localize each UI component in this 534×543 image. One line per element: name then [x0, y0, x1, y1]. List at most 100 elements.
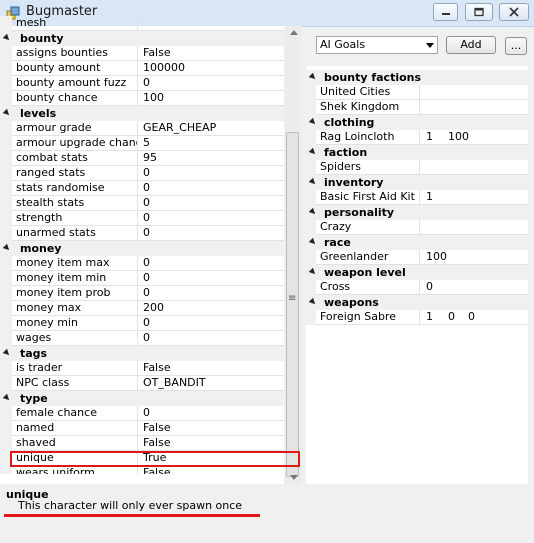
property-value[interactable]: 0 — [138, 181, 286, 196]
property-value[interactable]: 100000 — [138, 61, 286, 76]
collapse-triangle-icon[interactable] — [308, 72, 318, 82]
property-row[interactable]: stats randomise 0 — [0, 181, 286, 196]
property-value[interactable]: 200 — [138, 301, 286, 316]
property-row[interactable]: bounty amount 100000 — [0, 61, 286, 76]
property-value[interactable]: 0 — [138, 271, 286, 286]
ref-category-bounty-factions[interactable]: bounty factions — [306, 70, 528, 85]
ref-values[interactable]: 0 — [420, 280, 528, 295]
property-row[interactable]: combat stats 95 — [0, 151, 286, 166]
splitter-grip-icon[interactable]: ≡ — [288, 293, 296, 304]
property-row[interactable]: shaved False — [0, 436, 286, 451]
property-value[interactable]: 0 — [138, 286, 286, 301]
add-button[interactable]: Add — [446, 36, 496, 54]
ref-values[interactable] — [420, 220, 528, 235]
property-value[interactable]: False — [138, 361, 286, 376]
chevron-down-icon[interactable] — [423, 37, 437, 53]
property-value[interactable]: False — [138, 436, 286, 451]
ref-row[interactable]: Rag Loincloth 1 100 — [306, 130, 528, 145]
property-grid-scrollbar[interactable] — [285, 26, 301, 484]
property-value[interactable]: 0 — [138, 226, 286, 241]
property-row[interactable]: unarmed stats 0 — [0, 226, 286, 241]
property-value[interactable]: 0 — [138, 196, 286, 211]
collapse-triangle-icon[interactable] — [308, 147, 318, 157]
property-value[interactable]: 0 — [138, 331, 286, 346]
ref-row[interactable]: Shek Kingdom — [306, 100, 528, 115]
ref-values[interactable]: 1 100 — [420, 130, 528, 145]
collapse-triangle-icon[interactable] — [2, 108, 12, 118]
ref-row[interactable]: Basic First Aid Kit 1 — [306, 190, 528, 205]
more-button[interactable]: ... — [505, 37, 527, 55]
property-value[interactable]: 5 — [138, 136, 286, 151]
property-row[interactable]: bounty amount fuzz 0 — [0, 76, 286, 91]
property-value[interactable]: 0 — [138, 166, 286, 181]
property-row[interactable]: money item prob 0 — [0, 286, 286, 301]
property-value[interactable]: 0 — [138, 76, 286, 91]
property-row[interactable]: female chance 0 — [0, 406, 286, 421]
ref-values[interactable]: 1 — [420, 190, 528, 205]
property-row[interactable]: wages 0 — [0, 331, 286, 346]
property-row[interactable]: money item max 0 — [0, 256, 286, 271]
property-row[interactable]: wears uniform False — [0, 466, 286, 474]
property-row[interactable]: money max 200 — [0, 301, 286, 316]
collapse-triangle-icon[interactable] — [2, 393, 12, 403]
ref-row[interactable]: Spiders — [306, 160, 528, 175]
ref-row[interactable]: Cross 0 — [306, 280, 528, 295]
ref-category-faction[interactable]: faction — [306, 145, 528, 160]
property-value[interactable]: 0 — [138, 256, 286, 271]
property-value[interactable] — [138, 16, 286, 31]
scroll-down-icon[interactable] — [290, 475, 298, 480]
collapse-triangle-icon[interactable] — [2, 243, 12, 253]
property-value[interactable]: 100 — [138, 91, 286, 106]
collapse-triangle-icon[interactable] — [308, 177, 318, 187]
category-levels[interactable]: levels — [0, 106, 286, 121]
ref-values[interactable]: 100 — [420, 250, 528, 265]
property-value[interactable]: GEAR_CHEAP — [138, 121, 286, 136]
ref-row[interactable]: Greenlander 100 — [306, 250, 528, 265]
collapse-triangle-icon[interactable] — [2, 33, 12, 43]
ref-category-clothing[interactable]: clothing — [306, 115, 528, 130]
category-tags[interactable]: tags — [0, 346, 286, 361]
property-row[interactable]: armour grade GEAR_CHEAP — [0, 121, 286, 136]
property-row[interactable]: armour upgrade chance 5 — [0, 136, 286, 151]
property-row[interactable]: bounty chance 100 — [0, 91, 286, 106]
collapse-triangle-icon[interactable] — [308, 297, 318, 307]
category-type[interactable]: type — [0, 391, 286, 406]
collapse-triangle-icon[interactable] — [2, 348, 12, 358]
collapse-triangle-icon[interactable] — [308, 267, 318, 277]
category-bounty[interactable]: bounty — [0, 31, 286, 46]
property-row[interactable]: assigns bounties False — [0, 46, 286, 61]
category-money[interactable]: money — [0, 241, 286, 256]
maximize-button[interactable] — [465, 3, 493, 21]
property-value[interactable]: False — [138, 466, 286, 474]
ref-category-weapon-level[interactable]: weapon level — [306, 265, 528, 280]
property-value[interactable]: False — [138, 46, 286, 61]
property-row[interactable]: money min 0 — [0, 316, 286, 331]
scroll-up-icon[interactable] — [290, 30, 298, 35]
property-value[interactable]: OT_BANDIT — [138, 376, 286, 391]
property-row[interactable]: ranged stats 0 — [0, 166, 286, 181]
property-row[interactable]: is trader False — [0, 361, 286, 376]
ref-row[interactable]: Foreign Sabre 1 0 0 — [306, 310, 528, 325]
ref-row[interactable]: Crazy — [306, 220, 528, 235]
ref-category-inventory[interactable]: inventory — [306, 175, 528, 190]
goals-dropdown[interactable]: AI Goals — [316, 36, 438, 54]
property-row[interactable]: strength 0 — [0, 211, 286, 226]
ref-category-weapons[interactable]: weapons — [306, 295, 528, 310]
scrollbar-thumb[interactable] — [286, 132, 299, 477]
ref-values[interactable] — [420, 160, 528, 175]
property-value[interactable]: False — [138, 421, 286, 436]
property-row[interactable]: NPC class OT_BANDIT — [0, 376, 286, 391]
ref-category-personality[interactable]: personality — [306, 205, 528, 220]
property-value[interactable]: 0 — [138, 316, 286, 331]
ref-values[interactable] — [420, 100, 528, 115]
property-row[interactable]: mesh — [0, 16, 286, 31]
property-row[interactable]: money item min 0 — [0, 271, 286, 286]
close-button[interactable] — [499, 3, 529, 21]
minimize-button[interactable] — [433, 3, 458, 21]
ref-values[interactable] — [420, 85, 528, 100]
ref-row[interactable]: United Cities — [306, 85, 528, 100]
ref-category-race[interactable]: race — [306, 235, 528, 250]
property-row[interactable]: named False — [0, 421, 286, 436]
property-value[interactable]: 0 — [138, 211, 286, 226]
property-row[interactable]: stealth stats 0 — [0, 196, 286, 211]
